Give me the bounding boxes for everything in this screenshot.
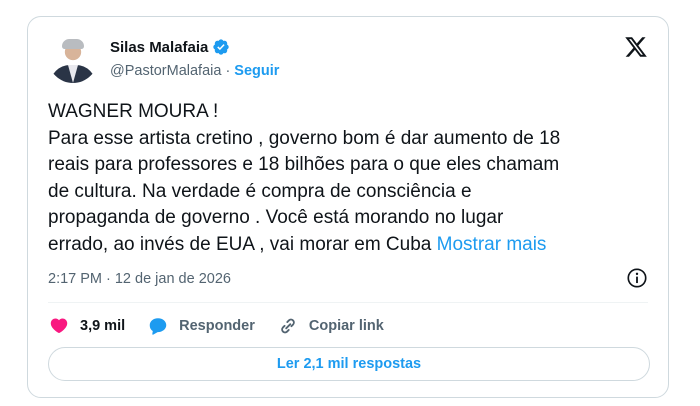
avatar[interactable] (48, 33, 98, 83)
x-logo-icon[interactable] (624, 35, 648, 59)
link-icon (281, 318, 295, 334)
verified-badge-icon (213, 39, 230, 55)
copy-link-label: Copiar link (308, 318, 384, 334)
tweet-timestamp[interactable]: 2:17 PM · 12 de jan de 2026 (48, 271, 231, 287)
copy-link-button[interactable]: Copiar link (277, 315, 384, 337)
follow-button[interactable]: Seguir (234, 63, 279, 79)
reply-label: Responder (179, 318, 255, 334)
tweet-time: 2:17 PM (48, 271, 102, 287)
separator-dot: · (106, 271, 111, 287)
tweet-date: 12 de jan de 2026 (114, 271, 231, 287)
tweet-text: WAGNER MOURA ! Para esse artista cretino… (48, 99, 648, 259)
author-name[interactable]: Silas Malafaia (110, 39, 208, 56)
divider (48, 302, 648, 303)
show-more-link[interactable]: Mostrar mais (437, 234, 547, 255)
action-bar: 3,9 mil Responder Copiar link (48, 315, 406, 337)
tweet-body: WAGNER MOURA ! Para esse artista cretino… (48, 101, 561, 255)
read-replies-label: Ler 2,1 mil respostas (276, 356, 422, 372)
author-handle[interactable]: @PastorMalafaia (110, 63, 221, 79)
author-name-row: Silas Malafaia (110, 38, 230, 56)
reply-bubble-icon (149, 318, 167, 335)
author-handle-row: @PastorMalafaia · Seguir (110, 63, 279, 79)
reply-button[interactable]: Responder (147, 315, 255, 337)
separator-dot: · (225, 63, 231, 79)
like-button[interactable]: 3,9 mil (48, 315, 125, 337)
read-replies-button[interactable]: Ler 2,1 mil respostas (48, 347, 650, 381)
info-icon[interactable] (626, 267, 648, 289)
tweet-card: Silas Malafaia @PastorMalafaia · Seguir … (27, 16, 669, 398)
like-count: 3,9 mil (80, 318, 126, 334)
heart-icon (50, 318, 68, 334)
